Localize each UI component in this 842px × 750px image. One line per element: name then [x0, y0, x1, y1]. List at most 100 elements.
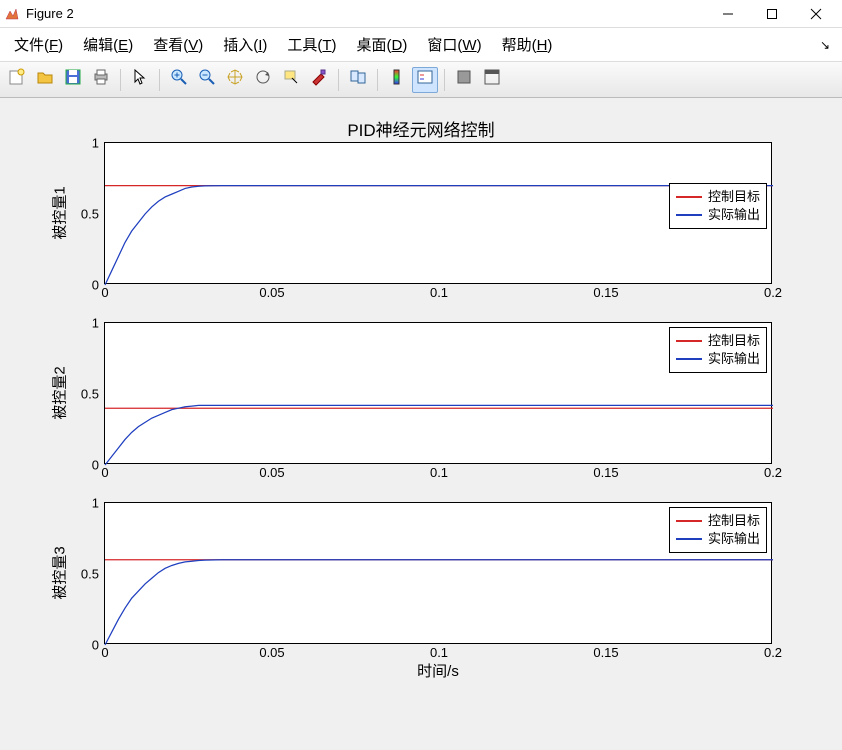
- legend-swatch: [676, 340, 702, 342]
- menu-d[interactable]: 桌面(D): [349, 30, 416, 59]
- ylabel-2: 被控量2: [49, 366, 70, 419]
- ytick: 0.5: [81, 387, 99, 402]
- legend-entry: 实际输出: [676, 206, 760, 224]
- xlabel: 时间/s: [417, 660, 459, 681]
- legend-label: 实际输出: [708, 206, 760, 224]
- xtick: 0: [101, 285, 108, 300]
- maximize-button[interactable]: [750, 1, 794, 27]
- pointer-button[interactable]: [127, 67, 153, 93]
- data-cursor-button[interactable]: [278, 67, 304, 93]
- ytick: 0.5: [81, 567, 99, 582]
- ytick: 1: [92, 136, 99, 151]
- legend-swatch: [676, 520, 702, 522]
- xtick: 0.05: [259, 285, 284, 300]
- dock-icon: [483, 68, 501, 91]
- legend-swatch: [676, 196, 702, 198]
- axes-1[interactable]: 00.050.10.150.200.51被控量1控制目标实际输出: [104, 142, 772, 284]
- legend-3[interactable]: 控制目标实际输出: [669, 507, 767, 553]
- open-button[interactable]: [32, 67, 58, 93]
- xtick: 0.2: [764, 465, 782, 480]
- ytick: 0: [92, 638, 99, 653]
- legend-2[interactable]: 控制目标实际输出: [669, 327, 767, 373]
- legend-swatch: [676, 214, 702, 216]
- menubar-overflow-icon[interactable]: ↘: [814, 36, 836, 54]
- axes-2[interactable]: 00.050.10.150.200.51被控量2控制目标实际输出: [104, 322, 772, 464]
- data-cursor-icon: [282, 68, 300, 91]
- new-figure-button[interactable]: [4, 67, 30, 93]
- brush-icon: [310, 68, 328, 91]
- chart-title: PID神经元网络控制: [0, 116, 842, 141]
- toolbar-separator: [444, 69, 445, 91]
- menu-i[interactable]: 插入(I): [215, 30, 275, 59]
- brush-button[interactable]: [306, 67, 332, 93]
- xtick: 0.2: [764, 645, 782, 660]
- pan-icon: [226, 68, 244, 91]
- legend-button[interactable]: [412, 67, 438, 93]
- legend-label: 控制目标: [708, 332, 760, 350]
- toolbar: [0, 62, 842, 98]
- xtick: 0: [101, 645, 108, 660]
- toolbar-separator: [159, 69, 160, 91]
- legend-entry: 控制目标: [676, 332, 760, 350]
- ytick: 0.5: [81, 207, 99, 222]
- menu-e[interactable]: 编辑(E): [75, 30, 141, 59]
- xtick: 0: [101, 465, 108, 480]
- menu-w[interactable]: 窗口(W): [419, 30, 489, 59]
- colorbar-icon: [388, 68, 406, 91]
- toolbar-separator: [377, 69, 378, 91]
- link-icon: [349, 68, 367, 91]
- legend-label: 控制目标: [708, 188, 760, 206]
- xtick: 0.1: [430, 645, 448, 660]
- legend-icon: [416, 68, 434, 91]
- xtick: 0.05: [259, 465, 284, 480]
- legend-entry: 实际输出: [676, 350, 760, 368]
- save-button[interactable]: [60, 67, 86, 93]
- close-button[interactable]: [794, 1, 838, 27]
- pointer-icon: [131, 68, 149, 91]
- print-button[interactable]: [88, 67, 114, 93]
- series-实际输出: [105, 560, 773, 645]
- menu-h[interactable]: 帮助(H): [494, 30, 561, 59]
- ytick: 1: [92, 496, 99, 511]
- subplot-3: 00.050.10.150.200.51被控量3时间/s控制目标实际输出: [104, 502, 772, 644]
- legend-1[interactable]: 控制目标实际输出: [669, 183, 767, 229]
- legend-entry: 实际输出: [676, 530, 760, 548]
- axes-3[interactable]: 00.050.10.150.200.51被控量3时间/s控制目标实际输出: [104, 502, 772, 644]
- ytick: 0: [92, 278, 99, 293]
- colorbar-button[interactable]: [384, 67, 410, 93]
- link-button[interactable]: [345, 67, 371, 93]
- legend-entry: 控制目标: [676, 188, 760, 206]
- menu-t[interactable]: 工具(T): [279, 30, 344, 59]
- xtick: 0.1: [430, 465, 448, 480]
- print-icon: [92, 68, 110, 91]
- xtick: 0.15: [593, 645, 618, 660]
- hide-icon: [455, 68, 473, 91]
- legend-swatch: [676, 538, 702, 540]
- menu-f[interactable]: 文件(F): [6, 30, 71, 59]
- zoom-in-icon: [170, 68, 188, 91]
- zoom-out-icon: [198, 68, 216, 91]
- minimize-button[interactable]: [706, 1, 750, 27]
- ytick: 1: [92, 316, 99, 331]
- hide-button[interactable]: [451, 67, 477, 93]
- rotate-icon: [254, 68, 272, 91]
- xtick: 0.15: [593, 465, 618, 480]
- window-title: Figure 2: [26, 6, 706, 21]
- matlab-icon: [4, 6, 20, 22]
- legend-label: 控制目标: [708, 512, 760, 530]
- ytick: 0: [92, 458, 99, 473]
- rotate-button[interactable]: [250, 67, 276, 93]
- open-icon: [36, 68, 54, 91]
- pan-button[interactable]: [222, 67, 248, 93]
- legend-entry: 控制目标: [676, 512, 760, 530]
- xtick: 0.1: [430, 285, 448, 300]
- ylabel-1: 被控量1: [49, 186, 70, 239]
- zoom-in-button[interactable]: [166, 67, 192, 93]
- menubar: 文件(F)编辑(E)查看(V)插入(I)工具(T)桌面(D)窗口(W)帮助(H)…: [0, 28, 842, 62]
- dock-button[interactable]: [479, 67, 505, 93]
- menu-v[interactable]: 查看(V): [145, 30, 211, 59]
- figure-canvas: PID神经元网络控制 00.050.10.150.200.51被控量1控制目标实…: [0, 98, 842, 750]
- zoom-out-button[interactable]: [194, 67, 220, 93]
- subplot-1: 00.050.10.150.200.51被控量1控制目标实际输出: [104, 142, 772, 284]
- legend-label: 实际输出: [708, 530, 760, 548]
